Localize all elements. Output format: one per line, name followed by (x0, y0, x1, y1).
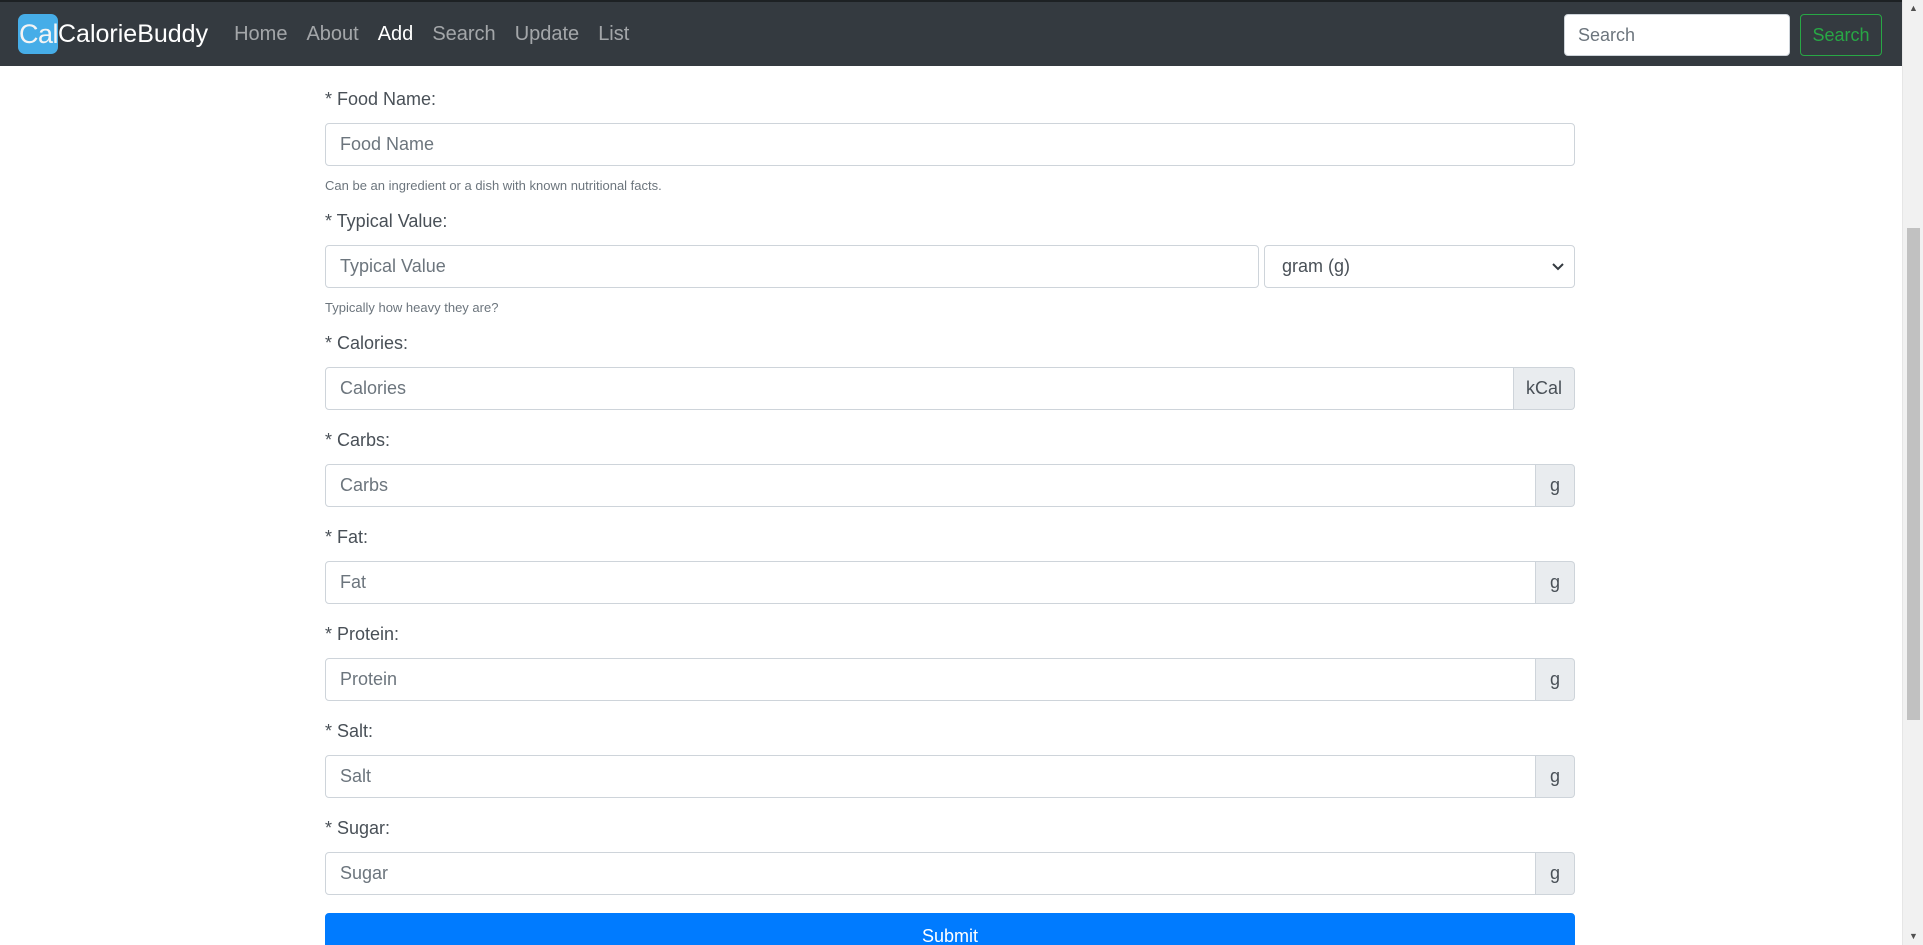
nav-link-home[interactable]: Home (234, 23, 287, 46)
sugar-unit-addon: g (1536, 852, 1575, 895)
carbs-label: * Carbs: (325, 430, 391, 450)
submit-button[interactable]: Submit (325, 913, 1575, 945)
scroll-down-arrow-icon[interactable]: ▼ (1903, 928, 1923, 945)
nav-link-search[interactable]: Search (432, 23, 495, 46)
brand-logo: Cal (18, 14, 58, 54)
food-name-input[interactable] (325, 123, 1575, 166)
sugar-label: * Sugar: (325, 818, 391, 838)
carbs-input[interactable] (325, 464, 1536, 507)
salt-label: * Salt: (325, 721, 374, 741)
carbs-unit-addon: g (1536, 464, 1575, 507)
navbar: Cal CalorieBuddy Home About Add Search U… (0, 0, 1902, 66)
protein-input[interactable] (325, 658, 1536, 701)
brand-link[interactable]: Cal CalorieBuddy (18, 14, 208, 54)
salt-unit-addon: g (1536, 755, 1575, 798)
food-name-help: Can be an ingredient or a dish with know… (325, 178, 662, 193)
nav-link-about[interactable]: About (306, 23, 358, 46)
scrollbar-thumb[interactable] (1907, 228, 1920, 720)
nav-link-list[interactable]: List (598, 23, 629, 46)
protein-unit-addon: g (1536, 658, 1575, 701)
sugar-input[interactable] (325, 852, 1536, 895)
fat-input[interactable] (325, 561, 1536, 604)
chevron-down-icon (1552, 246, 1564, 287)
calories-label: * Calories: (325, 333, 409, 353)
scroll-up-arrow-icon[interactable]: ▲ (1903, 0, 1923, 17)
page-scrollbar[interactable]: ▲ ▼ (1902, 0, 1923, 945)
nav-link-add[interactable]: Add (378, 23, 414, 46)
nav-link-update[interactable]: Update (515, 23, 580, 46)
typical-value-label: * Typical Value: (325, 211, 448, 231)
typical-value-unit-select[interactable]: gram (g) (1264, 245, 1575, 288)
typical-value-unit-selected: gram (g) (1282, 256, 1351, 276)
navbar-search-button[interactable]: Search (1800, 14, 1882, 56)
fat-label: * Fat: (325, 527, 369, 547)
fat-unit-addon: g (1536, 561, 1575, 604)
brand-name: CalorieBuddy (58, 19, 209, 48)
salt-input[interactable] (325, 755, 1536, 798)
protein-label: * Protein: (325, 624, 400, 644)
navbar-search-input[interactable] (1564, 14, 1790, 56)
typical-value-help: Typically how heavy they are? (325, 300, 499, 315)
calories-unit-addon: kCal (1514, 367, 1575, 410)
calories-input[interactable] (325, 367, 1514, 410)
food-name-label: * Food Name: (325, 89, 437, 109)
nav-links: Home About Add Search Update List (234, 14, 648, 54)
navbar-search-form: Search (1564, 14, 1882, 56)
typical-value-input[interactable] (325, 245, 1259, 288)
